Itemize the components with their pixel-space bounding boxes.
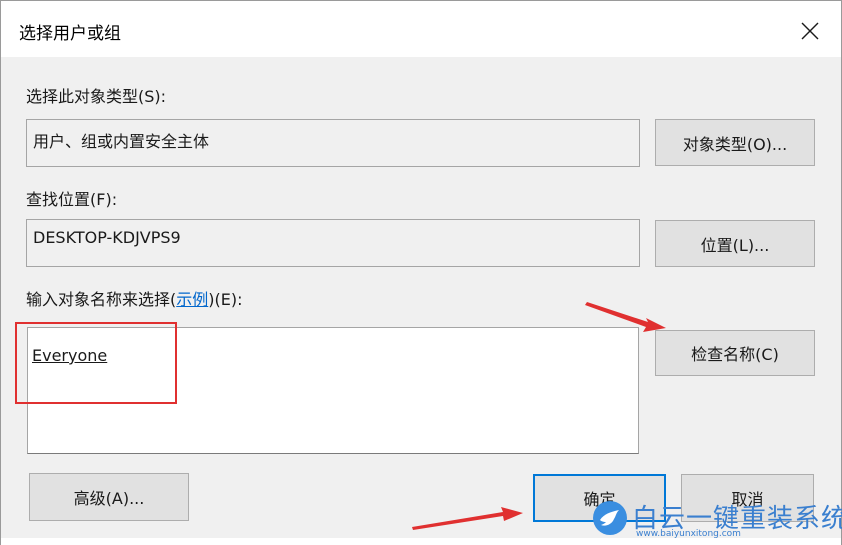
location-value: DESKTOP-KDJVPS9 <box>33 228 181 247</box>
close-icon <box>801 22 819 40</box>
watermark-url: www.baiyunxitong.com <box>636 529 741 539</box>
title-bar: 选择用户或组 <box>1 1 841 57</box>
advanced-button[interactable]: 高级(A)... <box>29 473 189 521</box>
locations-button-label: 位置(L)... <box>700 235 770 255</box>
check-names-button-label: 检查名称(C) <box>691 345 779 364</box>
select-users-or-groups-dialog: 选择用户或组 选择此对象类型(S): 用户、组或内置安全主体 对象类型(O)..… <box>0 0 842 545</box>
object-type-value: 用户、组或内置安全主体 <box>33 132 210 151</box>
object-names-input[interactable]: Everyone <box>27 327 639 454</box>
object-names-label-suffix: )(E): <box>208 290 243 309</box>
object-types-button-label: 对象类型(O)... <box>682 134 788 154</box>
location-field: DESKTOP-KDJVPS9 <box>26 219 640 267</box>
watermark: 白云一键重装系统 www.baiyunxitong.com <box>592 498 842 542</box>
object-names-label: 输入对象名称来选择(示例)(E): <box>26 286 243 310</box>
object-type-label: 选择此对象类型(S): <box>26 87 167 106</box>
locations-button[interactable]: 位置(L)... <box>655 220 815 267</box>
entered-object-name[interactable]: Everyone <box>32 346 107 365</box>
close-button[interactable] <box>787 11 833 51</box>
object-type-field: 用户、组或内置安全主体 <box>26 119 640 167</box>
advanced-button-label: 高级(A)... <box>73 489 145 508</box>
check-names-button[interactable]: 检查名称(C) <box>655 330 815 376</box>
object-types-button[interactable]: 对象类型(O)... <box>655 119 815 166</box>
examples-link[interactable]: 示例 <box>176 290 208 309</box>
object-names-label-prefix: 输入对象名称来选择( <box>26 290 177 309</box>
dialog-title: 选择用户或组 <box>19 24 121 44</box>
bird-logo-icon <box>593 501 627 535</box>
location-label: 查找位置(F): <box>26 190 118 209</box>
